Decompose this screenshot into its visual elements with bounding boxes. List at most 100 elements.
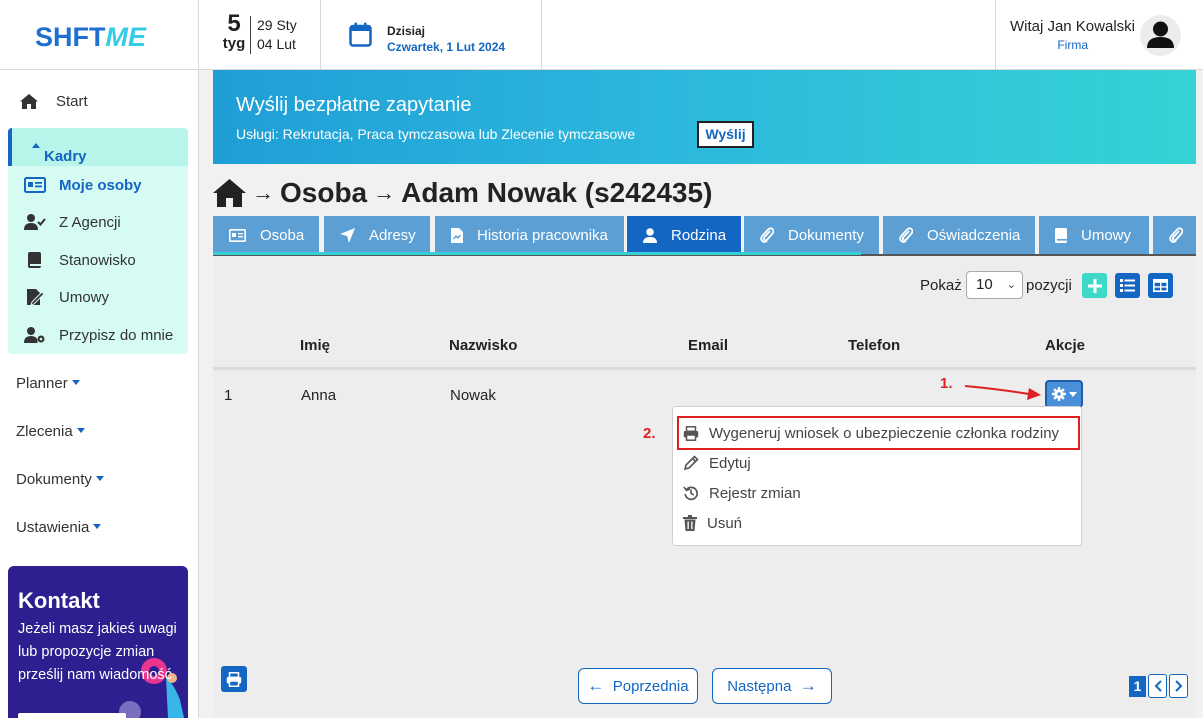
annotation-step-1: 1. xyxy=(940,375,953,392)
logo-area: SHFTME xyxy=(0,0,199,70)
user-gear-icon xyxy=(24,327,45,343)
tab-dokumenty[interactable]: Dokumenty xyxy=(744,216,879,254)
row-first-name: Anna xyxy=(301,387,337,404)
tab-osoba[interactable]: Osoba xyxy=(213,216,319,254)
promo-banner: Wyślij bezpłatne zapytanie Usługi: Rekru… xyxy=(213,70,1196,164)
menu-item-edit[interactable]: Edytuj xyxy=(683,452,751,474)
logo[interactable]: SHFTME xyxy=(35,22,146,53)
print-button[interactable] xyxy=(221,666,247,692)
sidebar-item-start[interactable]: Start xyxy=(20,90,88,112)
sidebar-item-planner[interactable]: Planner xyxy=(16,375,80,392)
breadcrumb-osoba[interactable]: Osoba xyxy=(280,177,367,209)
book-icon xyxy=(1055,227,1067,243)
sidebar-item-kadry[interactable]: Kadry xyxy=(8,128,188,166)
sidebar-kadry-panel: Kadry Moje osoby Z Agencji Stanowisko Um… xyxy=(8,128,188,354)
arrow-right-icon: → xyxy=(799,676,817,695)
annotation-step-2: 2. xyxy=(643,425,656,442)
contract-icon xyxy=(27,289,45,306)
page-prev-button[interactable] xyxy=(1148,674,1167,698)
arrow-right-icon: → xyxy=(252,180,274,205)
contact-text: Jeżeli masz jakieś uwagi lub propozycje … xyxy=(18,621,177,683)
tab-adresy[interactable]: Adresy xyxy=(324,216,430,254)
week-indicator: 5 tyg 29 Sty 04 Lut xyxy=(199,0,321,70)
sidebar-item-zlecenia[interactable]: Zlecenia xyxy=(16,423,85,440)
user-greeting: Witaj Jan Kowalski xyxy=(1009,18,1135,35)
contact-title: Kontakt xyxy=(18,588,100,613)
user-check-icon xyxy=(24,214,46,230)
today-indicator: Dzisiaj Czwartek, 1 Lut 2024 xyxy=(321,0,542,70)
page-next-button[interactable] xyxy=(1169,674,1188,698)
banner-send-button[interactable]: Wyślij xyxy=(697,121,754,148)
column-header-email[interactable]: Email xyxy=(688,337,728,354)
menu-item-delete[interactable]: Usuń xyxy=(683,512,742,534)
user-icon xyxy=(1147,21,1174,48)
print-icon xyxy=(683,425,699,441)
previous-button[interactable]: ← Poprzednia xyxy=(578,668,698,704)
file-icon xyxy=(451,227,463,243)
table-view-button[interactable] xyxy=(1148,273,1173,298)
pencil-icon xyxy=(683,455,699,471)
breadcrumb: → Osoba → Adam Nowak (s242435) xyxy=(213,174,712,212)
tab-rodzina[interactable]: Rodzina xyxy=(627,216,741,254)
history-icon xyxy=(683,486,698,501)
user-company: Firma xyxy=(1057,38,1088,52)
week-number: 5 tyg xyxy=(222,10,246,52)
tab-historia-pracownika[interactable]: Historia pracownika xyxy=(435,216,624,254)
user-icon xyxy=(643,227,657,243)
user-menu[interactable]: Witaj Jan Kowalski Firma xyxy=(995,0,1203,70)
annotation-arrow xyxy=(964,385,1041,400)
chevron-left-icon xyxy=(1154,680,1162,692)
list-view-button[interactable] xyxy=(1115,273,1140,298)
sidebar-item-dokumenty[interactable]: Dokumenty xyxy=(16,471,104,488)
print-icon xyxy=(226,671,242,687)
page-size-select[interactable]: 10 ⌄ xyxy=(966,271,1023,299)
current-page[interactable]: 1 xyxy=(1129,676,1146,697)
list-icon xyxy=(1120,279,1135,292)
column-header-imie[interactable]: Imię xyxy=(300,337,330,354)
today-date: Czwartek, 1 Lut 2024 xyxy=(387,40,506,54)
paperclip-icon xyxy=(1169,227,1183,243)
tab-umowy[interactable]: Umowy xyxy=(1039,216,1149,254)
column-header-nazwisko[interactable]: Nazwisko xyxy=(449,337,517,354)
sidebar-item-umowy[interactable]: Umowy xyxy=(24,286,109,308)
today-label: Dzisiaj xyxy=(387,24,426,38)
row-actions-menu: Wygeneruj wniosek o ubezpieczenie członk… xyxy=(672,406,1082,546)
row-number: 1 xyxy=(224,387,233,404)
trash-icon xyxy=(683,515,697,531)
sidebar-item-z-agencji[interactable]: Z Agencji xyxy=(24,211,121,233)
location-arrow-icon xyxy=(340,227,355,243)
contact-panel: Kontakt Jeżeli masz jakieś uwagi lub pro… xyxy=(8,566,188,718)
contact-button[interactable] xyxy=(18,713,126,718)
week-dates: 29 Sty 04 Lut xyxy=(250,16,297,54)
sidebar-item-stanowisko[interactable]: Stanowisko xyxy=(24,249,136,271)
tab-oswiadczenia[interactable]: Oświadczenia xyxy=(883,216,1035,254)
table-header-divider xyxy=(213,367,1196,370)
column-header-telefon[interactable]: Telefon xyxy=(848,337,900,354)
id-card-icon xyxy=(24,177,46,193)
sidebar-item-przypisz[interactable]: Przypisz do mnie xyxy=(24,324,173,346)
add-button[interactable] xyxy=(1082,273,1107,298)
menu-item-change-log[interactable]: Rejestr zmian xyxy=(683,482,801,504)
menu-item-generate-insurance[interactable]: Wygeneruj wniosek o ubezpieczenie członk… xyxy=(683,422,1059,444)
chevron-down-icon xyxy=(93,524,102,529)
chevron-down-icon xyxy=(76,428,85,433)
chevron-down-icon xyxy=(95,476,104,481)
gear-icon xyxy=(1051,387,1066,401)
paperclip-icon xyxy=(760,227,774,243)
id-card-icon xyxy=(229,228,246,242)
home-icon[interactable] xyxy=(213,179,246,207)
tab-more[interactable] xyxy=(1153,216,1196,254)
arrow-left-icon: ← xyxy=(587,676,605,695)
column-header-akcje: Akcje xyxy=(1045,337,1086,354)
row-actions-button[interactable] xyxy=(1045,380,1083,408)
banner-text: Usługi: Rekrutacja, Praca tymczasowa lub… xyxy=(236,126,636,142)
chevron-down-icon xyxy=(1068,391,1077,397)
sidebar-item-moje-osoby[interactable]: Moje osoby xyxy=(24,174,142,196)
table-icon xyxy=(1153,279,1168,292)
avatar[interactable] xyxy=(1140,15,1181,56)
sidebar: Start Kadry Moje osoby Z Agencji Stanowi… xyxy=(0,70,199,718)
book-icon xyxy=(28,252,41,268)
sidebar-item-ustawienia[interactable]: Ustawienia xyxy=(16,519,102,536)
next-button[interactable]: Następna → xyxy=(712,668,832,704)
page-title: Adam Nowak (s242435) xyxy=(401,177,713,208)
